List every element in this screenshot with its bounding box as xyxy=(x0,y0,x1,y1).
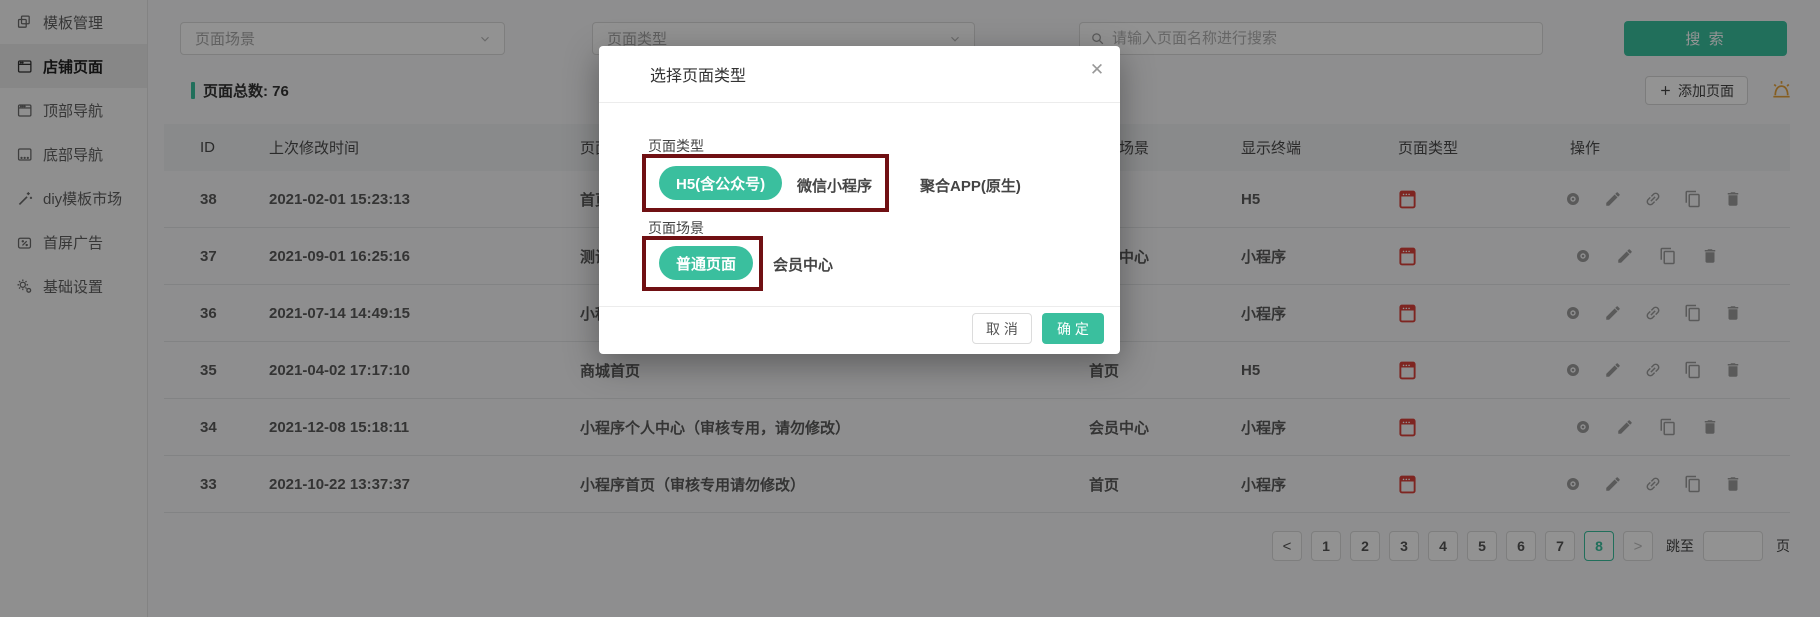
modal-footer-divider xyxy=(599,306,1120,307)
page-scene-section-label: 页面场景 xyxy=(648,218,704,238)
confirm-button[interactable]: 确 定 xyxy=(1042,313,1104,344)
select-page-type-modal: 选择页面类型 ✕ 页面类型 H5(含公众号) 微信小程序 聚合APP(原生) 页… xyxy=(599,46,1120,354)
modal-header-divider xyxy=(599,102,1120,103)
cancel-button[interactable]: 取 消 xyxy=(972,313,1032,344)
page-type-section-label: 页面类型 xyxy=(648,136,704,156)
option-native-app[interactable]: 聚合APP(原生) xyxy=(920,175,1021,196)
modal-title: 选择页面类型 xyxy=(650,62,746,86)
option-member-center[interactable]: 会员中心 xyxy=(773,254,833,275)
close-icon[interactable]: ✕ xyxy=(1085,58,1109,82)
option-h5-selected[interactable]: H5(含公众号) xyxy=(659,166,782,200)
option-normal-page-selected[interactable]: 普通页面 xyxy=(659,246,753,280)
option-wechat-miniprogram[interactable]: 微信小程序 xyxy=(797,175,872,196)
app-root: 模板管理 店铺页面 顶部导航 底部导航 diy模板市场 首屏广告 基础设置 xyxy=(0,0,1820,617)
